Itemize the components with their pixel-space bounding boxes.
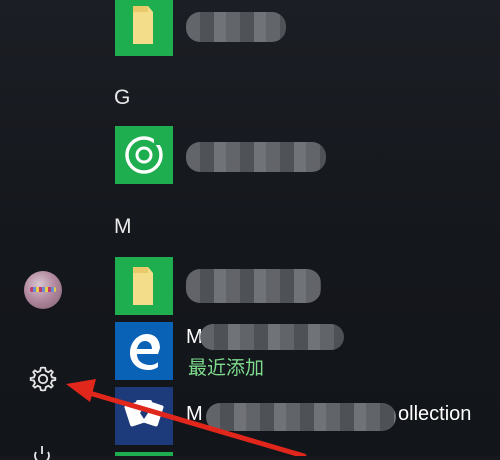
app-name: M <box>186 403 203 425</box>
start-rail <box>0 0 86 460</box>
start-menu: G M M 最近添加 M ollection <box>0 0 500 460</box>
app-tile <box>115 322 173 380</box>
edge-icon <box>130 334 160 370</box>
app-name-suffix: ollection <box>398 403 472 425</box>
folder-icon <box>133 267 153 305</box>
settings-gear-icon[interactable] <box>27 363 59 395</box>
power-icon <box>34 446 50 460</box>
app-tile <box>115 387 173 445</box>
app-tile <box>115 0 173 56</box>
power-button[interactable] <box>31 446 53 460</box>
app-name-blurred <box>186 269 321 303</box>
app-tile <box>115 126 173 184</box>
folder-icon <box>133 6 153 44</box>
app-name-blurred <box>206 403 396 431</box>
app-tile <box>115 257 173 315</box>
recently-added-badge: 最近添加 <box>188 358 265 379</box>
gear-icon <box>29 366 57 392</box>
app-name-blurred <box>200 324 344 350</box>
avatar-pattern <box>30 287 56 292</box>
solitaire-cards-icon <box>124 400 164 427</box>
section-letter[interactable]: M <box>114 215 132 239</box>
user-avatar[interactable] <box>24 271 62 309</box>
app-name-blurred <box>186 12 286 42</box>
app-tile <box>115 452 173 456</box>
app-name-blurred <box>186 142 326 172</box>
groove-music-icon <box>125 136 163 174</box>
section-letter[interactable]: G <box>114 86 130 110</box>
app-list: G M M 最近添加 M ollection <box>86 0 500 456</box>
